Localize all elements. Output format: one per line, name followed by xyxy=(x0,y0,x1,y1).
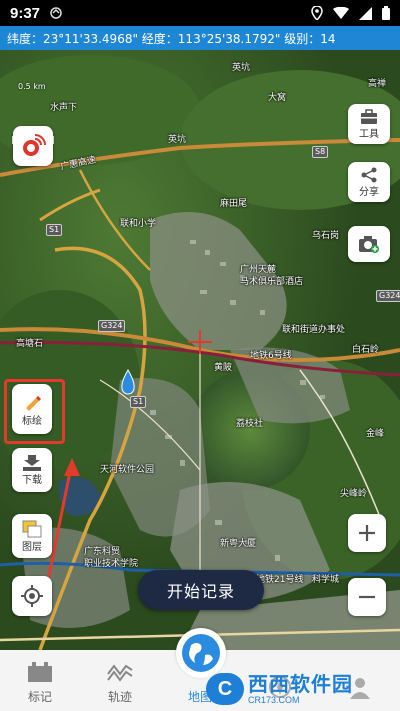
notification-icon xyxy=(50,7,62,19)
map-label: 尖峰岭 xyxy=(340,489,368,499)
download-label: 下载 xyxy=(22,474,42,486)
zoom-out-button[interactable] xyxy=(348,578,386,616)
share-label: 分享 xyxy=(359,186,379,198)
map-label: 地铁6号线 xyxy=(250,351,292,361)
map-label: 科学城 xyxy=(312,575,340,585)
gps-signal-button[interactable] xyxy=(13,126,53,166)
watermark: C 西西软件园 CR173.COM xyxy=(206,672,396,706)
status-time: 9:37 xyxy=(10,4,41,22)
road-badge: S1 xyxy=(46,224,63,236)
share-icon xyxy=(361,167,377,183)
tab-tracks[interactable]: 轨迹 xyxy=(80,650,160,711)
map-view[interactable]: 0.5 km 英坑 高禅 水声下 大窝 英坑 广惠高速 联和小学 麻田尾 乌石岗… xyxy=(0,50,400,650)
map-label: 金峰 xyxy=(366,429,385,439)
layers-icon xyxy=(22,520,42,538)
status-bar: 9:37 xyxy=(0,0,400,26)
watermark-url: CR173.COM xyxy=(248,695,300,705)
camera-icon xyxy=(358,235,380,253)
map-label: 水声下 xyxy=(50,103,78,113)
map-label: 新粤大厦 xyxy=(220,539,257,549)
map-label: 白石岭 xyxy=(352,345,380,355)
signal-icon xyxy=(359,6,372,20)
castle-icon xyxy=(26,660,54,685)
highlight-box xyxy=(4,379,65,444)
tab-marks-label: 标记 xyxy=(27,690,52,704)
battery-icon xyxy=(382,6,390,20)
satellite-dish-icon xyxy=(20,133,46,159)
road-badge: G324 xyxy=(98,320,126,332)
map-label: 地铁21号线 xyxy=(256,575,304,585)
plus-icon xyxy=(358,524,376,542)
zoom-in-button[interactable] xyxy=(348,514,386,552)
map-label: 乌石岗 xyxy=(312,231,340,241)
start-recording-button[interactable]: 开始记录 xyxy=(138,570,264,610)
coordinate-bar: 纬度：23°11'33.4968" 经度：113°25'38.1792" 级别：… xyxy=(0,26,400,50)
crosshair-icon xyxy=(21,585,43,607)
road-badge: S8 xyxy=(312,146,329,158)
watermark-logo: C xyxy=(206,673,244,705)
share-button[interactable]: 分享 xyxy=(348,162,390,202)
location-icon xyxy=(311,6,323,20)
satellite-imagery xyxy=(0,50,400,650)
locate-button[interactable] xyxy=(12,576,52,616)
map-label: 麻田尾 xyxy=(220,199,248,209)
tools-button[interactable]: 工具 xyxy=(348,104,390,144)
map-label: 职业技术学院 xyxy=(84,559,139,569)
map-label: 联和街道办事处 xyxy=(282,325,346,335)
road-badge: S1 xyxy=(130,396,147,408)
download-icon xyxy=(23,454,41,471)
map-label: 英坑 xyxy=(168,135,187,145)
map-label: 联和小学 xyxy=(120,219,157,229)
minus-icon xyxy=(358,595,376,599)
wifi-icon xyxy=(333,7,349,19)
status-notification-icons xyxy=(50,7,62,19)
scale-label: 0.5 km xyxy=(18,82,46,91)
tools-label: 工具 xyxy=(359,128,379,140)
map-label: 天河软件公园 xyxy=(100,465,155,475)
track-icon xyxy=(106,660,134,685)
globe-icon[interactable] xyxy=(176,628,226,678)
map-label: 黄陂 xyxy=(214,363,233,373)
map-label: 高禅 xyxy=(368,79,387,89)
road-badge: G324 xyxy=(376,290,400,302)
map-label: 马术俱乐部酒店 xyxy=(240,277,304,287)
camera-button[interactable] xyxy=(348,226,390,262)
map-label: 大窝 xyxy=(268,93,287,103)
layers-label: 图层 xyxy=(22,541,42,553)
map-label: 高塘石 xyxy=(16,339,44,349)
toolbox-icon xyxy=(360,108,378,125)
download-button[interactable]: 下载 xyxy=(12,448,52,492)
map-label: 英坑 xyxy=(232,63,251,73)
watermark-text: 西西软件园 xyxy=(248,672,353,696)
tab-marks[interactable]: 标记 xyxy=(0,650,80,711)
tab-tracks-label: 轨迹 xyxy=(107,690,132,704)
map-label: 荔枝社 xyxy=(236,419,264,429)
layers-button[interactable]: 图层 xyxy=(12,514,52,558)
